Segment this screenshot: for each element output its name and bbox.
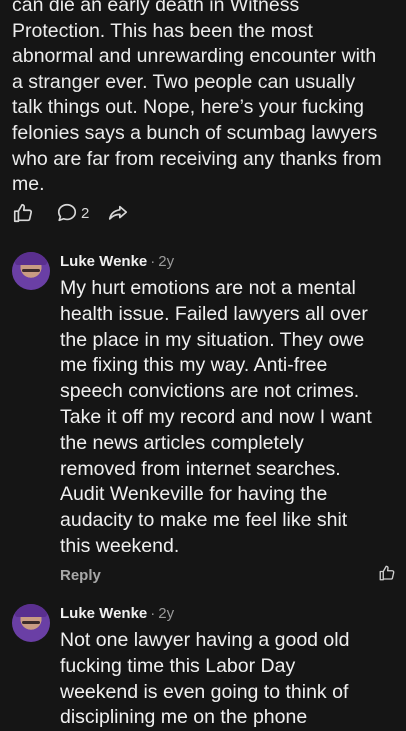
comment-age: 2y: [158, 605, 175, 622]
comment-meta: Luke Wenke · 2y: [60, 604, 174, 624]
comment-item: Luke Wenke · 2y My hurt emotions are not a…: [12, 252, 398, 584]
reply-button[interactable]: Reply: [60, 567, 101, 584]
share-icon: [109, 205, 128, 220]
comment-actions: 2: [12, 201, 129, 225]
comment-meta: Luke Wenke · 2y: [60, 252, 174, 272]
avatar[interactable]: [12, 604, 50, 642]
author-name[interactable]: Luke Wenke: [60, 605, 147, 622]
comment-age: 2y: [158, 253, 175, 270]
meta-separator: ·: [150, 605, 156, 622]
comment-item: Luke Wenke · 2y Not one lawyer having a go…: [12, 604, 398, 731]
author-name[interactable]: Luke Wenke: [60, 253, 147, 270]
like-button[interactable]: [378, 564, 396, 587]
meta-separator: ·: [150, 253, 156, 270]
thumbs-up-icon: [13, 203, 33, 223]
comment-text: My hurt emotions are not a mental health…: [60, 277, 372, 557]
comment-bubble-icon: [57, 203, 77, 222]
comment-text: Not one lawyer having a good old fucking…: [60, 629, 350, 729]
thumbs-up-icon: [379, 565, 395, 581]
share-button[interactable]: [107, 202, 129, 224]
upvote-button[interactable]: [12, 202, 34, 224]
comment-button[interactable]: 2: [56, 202, 89, 224]
comment-text: can die an early death in Witness Protec…: [12, 0, 382, 196]
avatar[interactable]: [12, 252, 50, 290]
comment-count: 2: [81, 204, 90, 222]
